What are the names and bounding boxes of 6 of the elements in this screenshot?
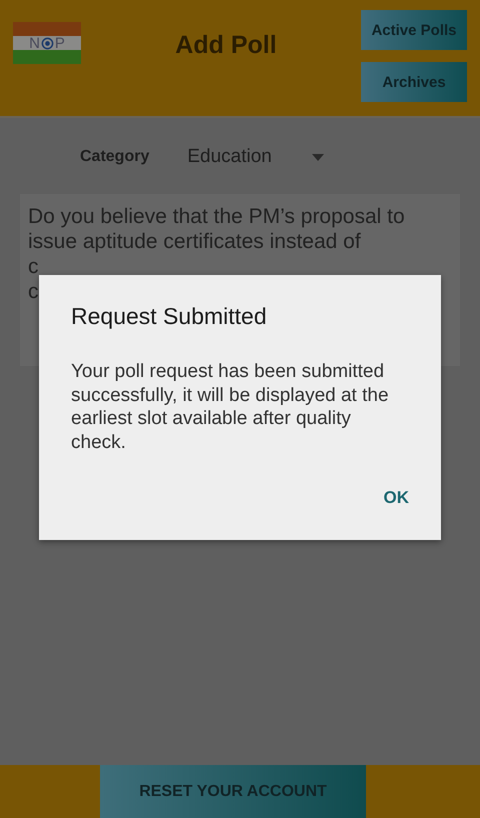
screen-title: Add Poll: [174, 31, 278, 60]
logo-letter: N: [29, 34, 40, 52]
dialog-message: Your poll request has been submitted successfully, it will be displayed at the earliest slot available after quality check.: [71, 360, 390, 454]
dialog-title: Request Submitted: [71, 303, 268, 330]
logo-letter: P: [54, 34, 65, 52]
category-label: Category: [80, 148, 150, 166]
